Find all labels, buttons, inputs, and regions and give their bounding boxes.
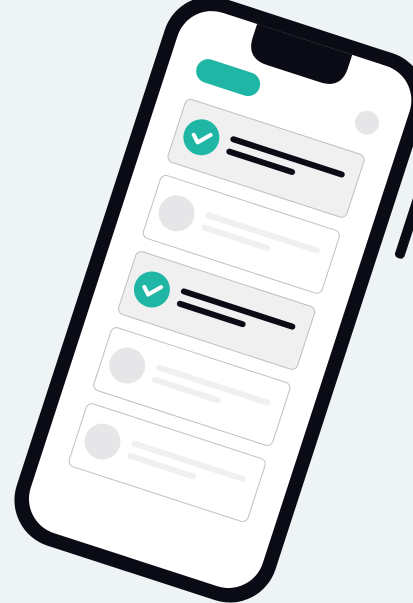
phone-illustration-scene [0,0,413,603]
phone-illustration [14,0,413,603]
phone [14,0,413,603]
side-button [394,191,413,259]
